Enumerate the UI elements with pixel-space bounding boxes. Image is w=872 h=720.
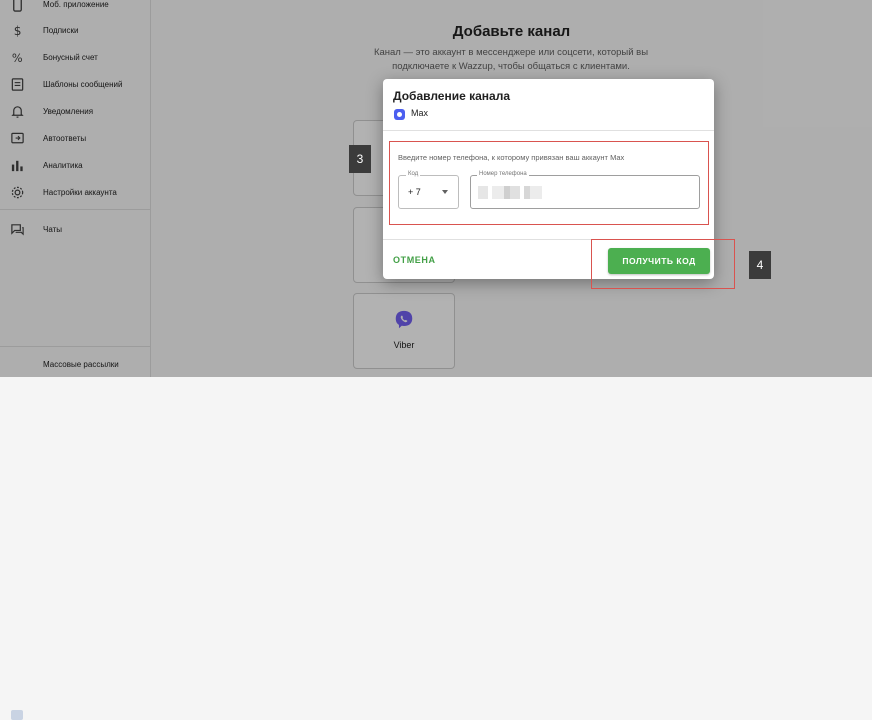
dialog-title: Добавление канала — [393, 89, 510, 103]
annotation-box-step-4 — [591, 239, 735, 289]
annotation-badge-step-3: 3 — [349, 145, 371, 173]
annotation-box-step-3 — [389, 141, 709, 225]
cancel-button[interactable]: ОТМЕНА — [393, 255, 436, 265]
annotation-badge-step-4: 4 — [749, 251, 771, 279]
max-icon — [394, 109, 405, 120]
dialog-divider — [383, 130, 714, 131]
bulk-messaging-icon — [11, 710, 23, 720]
channel-name: Max — [411, 108, 429, 118]
